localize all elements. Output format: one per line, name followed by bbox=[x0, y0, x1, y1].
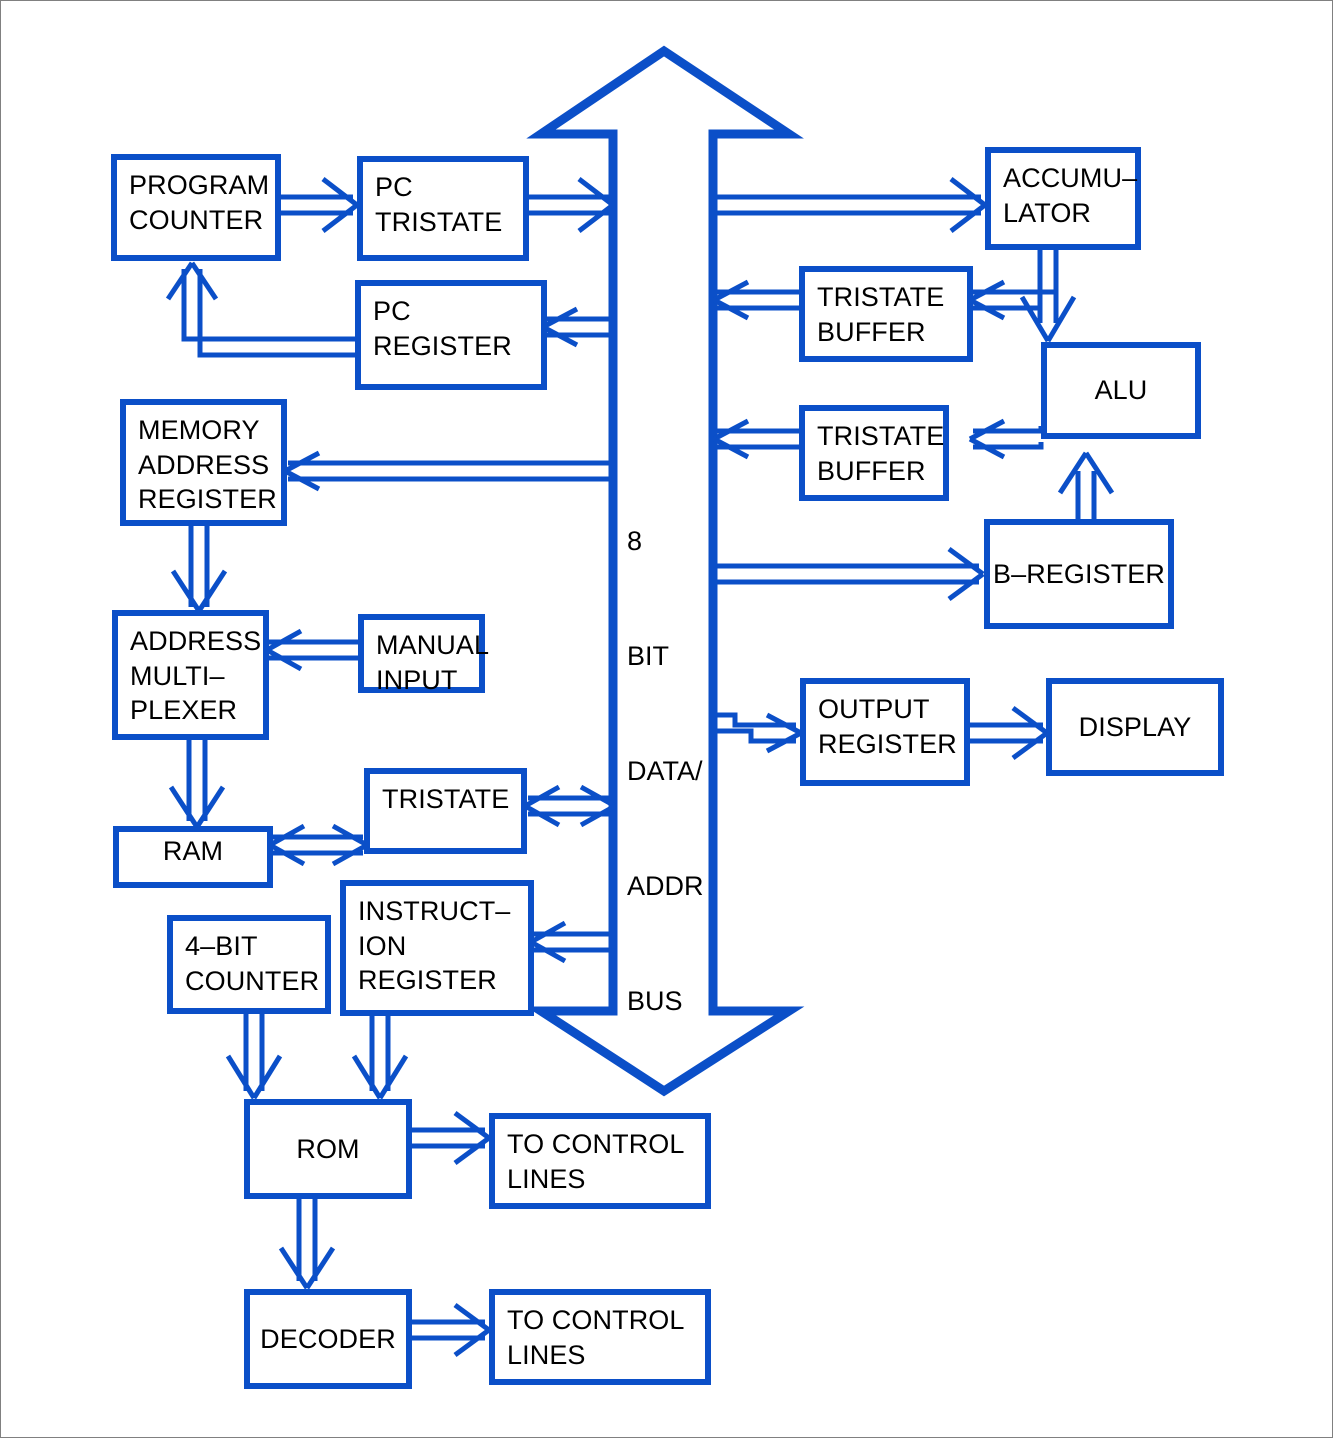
block-pc-register-line-1: REGISTER bbox=[373, 330, 512, 361]
arrow-pc-register-to-program-counter bbox=[165, 261, 356, 358]
block-four-bit-counter-line-0: 4–BIT bbox=[185, 931, 258, 961]
block-program-counter[interactable]: PROGRAM COUNTER bbox=[111, 154, 281, 261]
arrow-accumulator-to-alu bbox=[1019, 249, 1077, 343]
block-pc-register[interactable]: PC REGISTER bbox=[355, 280, 547, 390]
arrow-tristate-buffer-bottom-to-bus bbox=[712, 418, 799, 460]
arrow-bus-to-memory-address-register bbox=[283, 450, 613, 492]
bus-label: 8 BIT DATA/ ADDR BUS bbox=[627, 445, 704, 1097]
block-manual-input[interactable]: MANUAL INPUT bbox=[358, 614, 489, 695]
bus-label-line-2: DATA/ bbox=[627, 755, 703, 786]
block-ram[interactable]: RAM bbox=[113, 826, 273, 888]
block-memory-address-register-line-1: ADDRESS bbox=[138, 449, 270, 480]
block-pc-tristate-line-1: TRISTATE bbox=[375, 206, 503, 237]
arrow-rom-to-decoder bbox=[278, 1199, 336, 1290]
block-control-lines-rom[interactable]: TO CONTROL LINES bbox=[489, 1113, 711, 1209]
arrow-rom-to-control-lines bbox=[411, 1110, 491, 1166]
block-tristate[interactable]: TRISTATE bbox=[364, 768, 527, 854]
block-display[interactable]: DISPLAY bbox=[1046, 678, 1224, 776]
block-address-multiplexer-line-2: PLEXER bbox=[130, 695, 238, 726]
arrow-manual-input-to-address-multiplexer bbox=[265, 628, 359, 672]
arrow-bus-to-instruction-register bbox=[529, 920, 613, 964]
arrow-memory-address-register-to-address-multiplexer bbox=[170, 526, 228, 613]
arrow-tristate-buffer-top-to-bus bbox=[712, 279, 799, 321]
block-control-lines-decoder-line-1: LINES bbox=[507, 1339, 586, 1370]
arrow-pc-tristate-to-bus bbox=[528, 177, 615, 233]
bus-label-line-0: 8 bbox=[627, 525, 643, 556]
arrow-instruction-register-to-rom bbox=[351, 1016, 409, 1100]
block-instruction-register[interactable]: INSTRUCT– ION REGISTER bbox=[340, 880, 534, 1016]
block-tristate-buffer-bottom-line-1: BUFFER bbox=[817, 455, 926, 486]
block-accumulator-line-1: LATOR bbox=[1003, 197, 1092, 228]
block-accumulator[interactable]: ACCUMU– LATOR bbox=[985, 147, 1141, 250]
block-pc-tristate[interactable]: PC TRISTATE bbox=[357, 156, 529, 261]
block-instruction-register-line-1: ION bbox=[358, 930, 407, 961]
block-manual-input-line-0: MANUAL bbox=[376, 630, 490, 660]
block-alu-line-0: ALU bbox=[1094, 375, 1148, 406]
block-decoder-line-0: DECODER bbox=[260, 1323, 396, 1354]
block-tristate-buffer-bottom[interactable]: TRISTATE BUFFER bbox=[799, 405, 949, 501]
block-rom-line-0: ROM bbox=[296, 1133, 360, 1164]
arrow-accumulator-to-tristate-buffer-top bbox=[968, 249, 1059, 321]
block-decoder[interactable]: DECODER bbox=[244, 1289, 412, 1389]
block-accumulator-line-0: ACCUMU– bbox=[1003, 163, 1138, 193]
block-tristate-buffer-top[interactable]: TRISTATE BUFFER bbox=[799, 266, 973, 362]
block-four-bit-counter-line-1: COUNTER bbox=[185, 965, 320, 996]
block-b-register-line-0: B–REGISTER bbox=[992, 558, 1166, 589]
block-tristate-buffer-top-line-0: TRISTATE bbox=[817, 282, 945, 312]
block-program-counter-line-0: PROGRAM bbox=[129, 170, 270, 200]
block-pc-register-line-0: PC bbox=[373, 296, 411, 326]
arrow-four-bit-counter-to-rom bbox=[225, 1014, 283, 1100]
block-memory-address-register-line-0: MEMORY bbox=[138, 415, 260, 445]
block-tristate-buffer-bottom-line-0: TRISTATE bbox=[817, 421, 945, 451]
arrow-address-multiplexer-to-ram bbox=[168, 739, 226, 829]
block-control-lines-decoder[interactable]: TO CONTROL LINES bbox=[489, 1289, 711, 1385]
block-output-register-line-1: REGISTER bbox=[818, 728, 957, 759]
block-instruction-register-line-2: REGISTER bbox=[358, 965, 497, 996]
block-memory-address-register-line-2: REGISTER bbox=[138, 484, 277, 515]
block-address-multiplexer-line-1: MULTI– bbox=[130, 660, 225, 691]
block-memory-address-register[interactable]: MEMORY ADDRESS REGISTER bbox=[120, 399, 287, 526]
block-tristate-line-0: TRISTATE bbox=[382, 784, 510, 814]
arrow-bus-to-accumulator bbox=[715, 177, 987, 233]
block-address-multiplexer[interactable]: ADDRESS MULTI– PLEXER bbox=[112, 610, 269, 740]
diagram-canvas: 8 BIT DATA/ ADDR BUS PROGRAM COUNTER PC … bbox=[0, 0, 1333, 1438]
block-ram-line-0: RAM bbox=[162, 836, 224, 866]
block-control-lines-rom-line-1: LINES bbox=[507, 1163, 586, 1194]
block-instruction-register-line-0: INSTRUCT– bbox=[358, 896, 511, 926]
block-control-lines-decoder-line-0: TO CONTROL bbox=[507, 1305, 685, 1335]
arrow-bus-to-output-register bbox=[715, 712, 803, 754]
arrow-decoder-to-control-lines bbox=[411, 1302, 491, 1358]
bus-label-line-1: BIT bbox=[627, 640, 670, 671]
arrow-bus-to-pc-register bbox=[541, 306, 613, 348]
block-control-lines-rom-line-0: TO CONTROL bbox=[507, 1129, 685, 1159]
block-address-multiplexer-line-0: ADDRESS bbox=[130, 626, 262, 656]
block-b-register[interactable]: B–REGISTER bbox=[984, 519, 1174, 629]
bus-label-line-4: BUS bbox=[627, 985, 683, 1016]
block-tristate-buffer-top-line-1: BUFFER bbox=[817, 316, 926, 347]
arrow-alu-to-tristate-buffer-bottom bbox=[968, 418, 1044, 460]
bus-label-line-3: ADDR bbox=[627, 870, 704, 901]
arrow-tristate-to-bus-bidirectional bbox=[523, 784, 617, 828]
block-output-register[interactable]: OUTPUT REGISTER bbox=[800, 678, 970, 786]
block-alu[interactable]: ALU bbox=[1041, 342, 1201, 439]
arrow-b-register-to-alu bbox=[1057, 451, 1115, 519]
block-manual-input-line-1: INPUT bbox=[376, 664, 458, 695]
arrow-output-register-to-display bbox=[969, 705, 1049, 761]
block-output-register-line-0: OUTPUT bbox=[818, 694, 930, 724]
block-four-bit-counter[interactable]: 4–BIT COUNTER bbox=[167, 915, 331, 1014]
arrow-ram-to-tristate-bidirectional bbox=[268, 823, 369, 867]
arrow-program-counter-to-pc-tristate bbox=[279, 177, 359, 233]
block-display-line-0: DISPLAY bbox=[1078, 711, 1192, 742]
arrow-bus-to-b-register bbox=[715, 546, 985, 602]
block-pc-tristate-line-0: PC bbox=[375, 172, 413, 202]
block-rom[interactable]: ROM bbox=[244, 1099, 412, 1199]
block-program-counter-line-1: COUNTER bbox=[129, 204, 264, 235]
